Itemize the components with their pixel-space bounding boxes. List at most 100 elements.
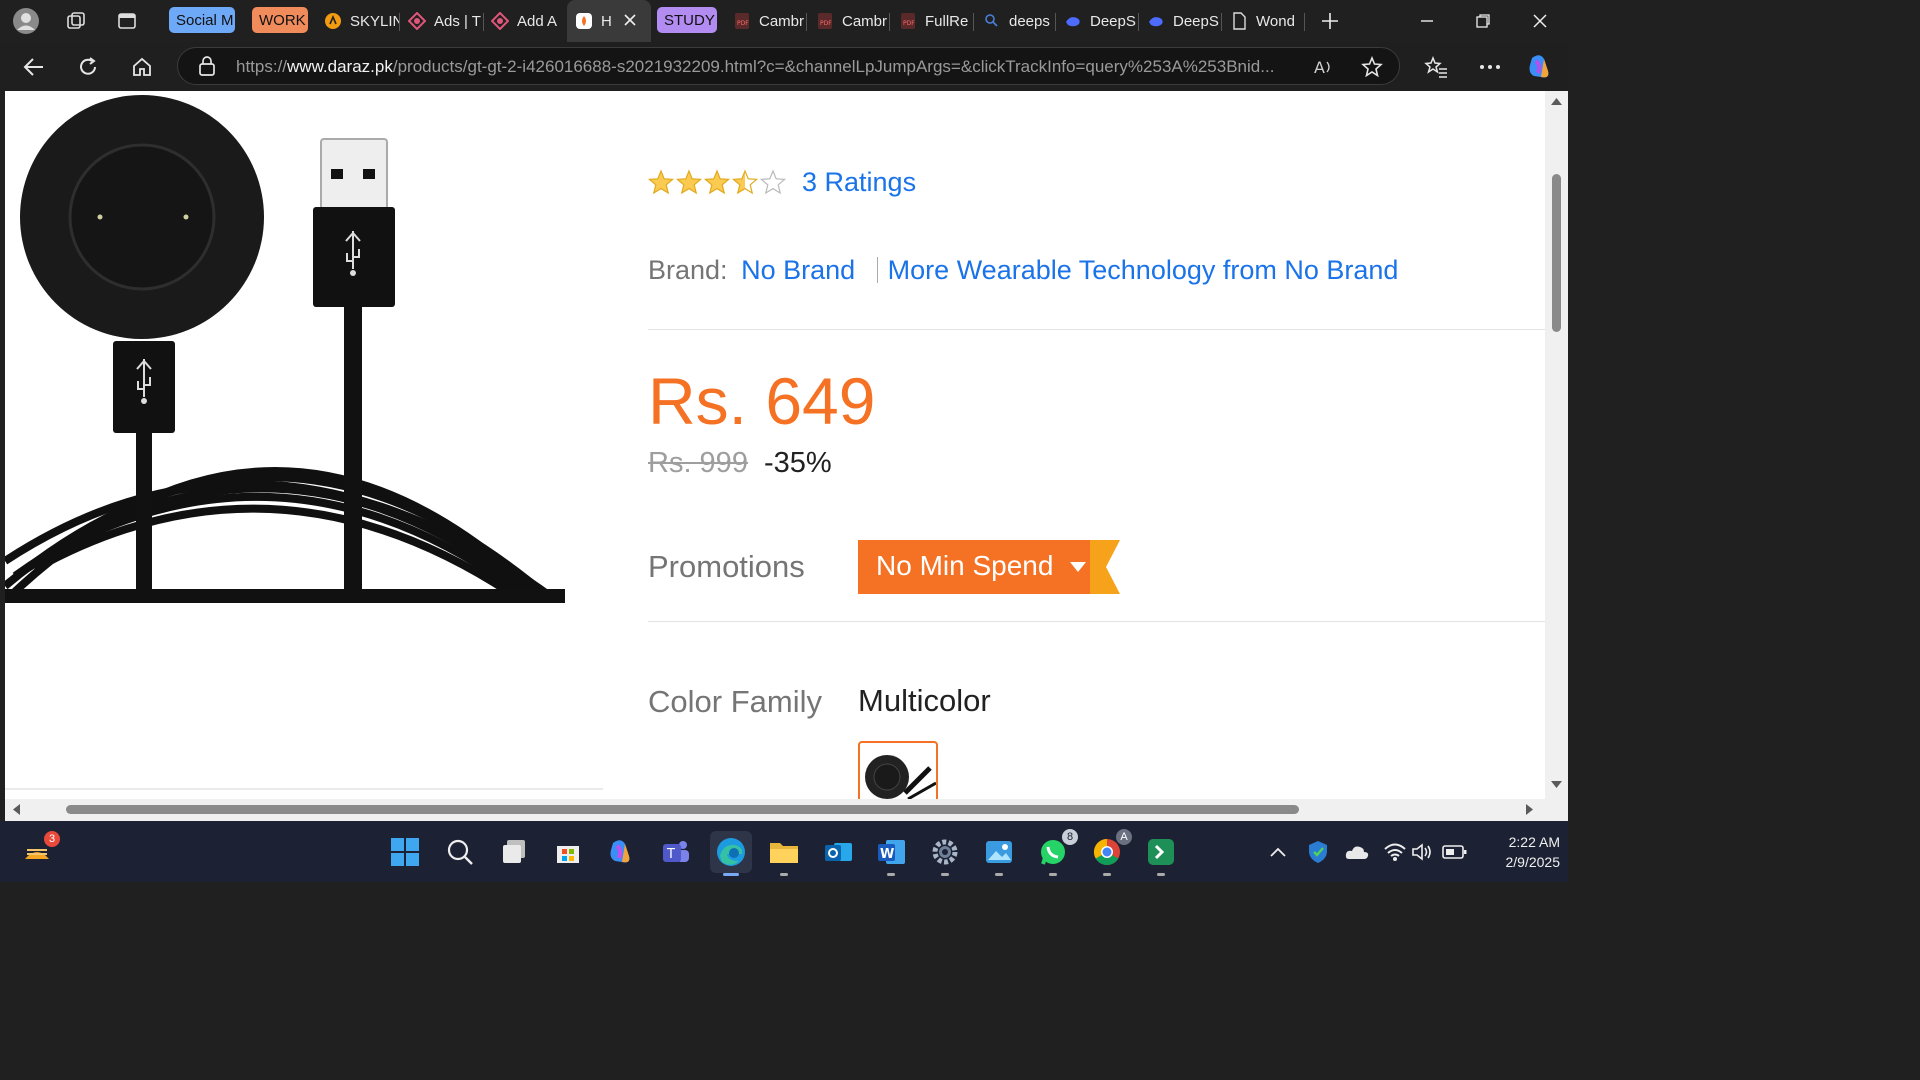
app-icon[interactable] xyxy=(1144,835,1178,876)
chrome-profile-badge: A xyxy=(1116,829,1132,845)
new-tab-icon[interactable] xyxy=(1316,7,1344,35)
tab-label: H xyxy=(601,12,612,30)
workspaces-icon[interactable] xyxy=(62,7,90,35)
windows-taskbar: 3 T W 8 A 2:22 AM 2/9/2025 xyxy=(0,821,1568,882)
more-from-brand-link[interactable]: More Wearable Technology from No Brand xyxy=(888,255,1399,285)
profile-icon[interactable] xyxy=(12,7,40,35)
microsoft-store-icon[interactable] xyxy=(551,835,585,869)
page-viewport: 3 Ratings Brand: No Brand More Wearable … xyxy=(5,91,1545,799)
security-icon[interactable] xyxy=(1301,835,1335,869)
running-indicator xyxy=(1049,873,1057,876)
start-icon[interactable] xyxy=(388,835,422,869)
brand-row: Brand: No Brand More Wearable Technology… xyxy=(648,255,1398,286)
scrollbar-corner xyxy=(1545,799,1568,821)
running-indicator xyxy=(995,873,1003,876)
copilot-app-icon[interactable] xyxy=(605,835,639,869)
tab-group-work[interactable]: WORK xyxy=(252,7,308,33)
tab-label: Ads | T xyxy=(434,12,481,30)
tab-ads[interactable]: Ads | T xyxy=(408,4,484,38)
scrollbar-arrows-icon xyxy=(13,804,1533,815)
promotions-label: Promotions xyxy=(648,549,805,584)
back-icon[interactable] xyxy=(19,52,49,82)
tab-label: SKYLIN xyxy=(350,12,400,30)
divider xyxy=(648,621,1545,622)
close-window-icon[interactable] xyxy=(1526,7,1554,35)
clock-time: 2:22 AM xyxy=(1508,834,1560,850)
product-image[interactable] xyxy=(5,91,565,605)
tab-active-daraz[interactable]: H xyxy=(567,0,651,42)
tab-label: Wond xyxy=(1256,12,1295,30)
tab-cambr-2[interactable]: PDF Cambr xyxy=(816,4,890,38)
url-text[interactable]: https://www.daraz.pk/products/gt-gt-2-i4… xyxy=(236,57,1291,77)
favorite-star-icon[interactable] xyxy=(1361,55,1383,83)
tab-group-label: WORK xyxy=(259,11,306,29)
favorites-icon[interactable] xyxy=(1421,52,1451,82)
chrome-icon[interactable]: A xyxy=(1090,829,1132,876)
volume-icon[interactable] xyxy=(1406,835,1440,869)
photos-icon[interactable] xyxy=(982,835,1016,876)
tab-deepseek-1[interactable]: DeepS xyxy=(1064,4,1139,38)
task-view-icon[interactable] xyxy=(497,835,531,869)
teams-icon[interactable]: T xyxy=(659,835,693,869)
onedrive-icon[interactable] xyxy=(1340,835,1374,869)
search-icon[interactable] xyxy=(443,835,477,869)
brand-link[interactable]: No Brand xyxy=(741,255,855,285)
orange-circle-icon xyxy=(324,12,342,30)
tab-label: DeepS xyxy=(1090,12,1136,30)
copilot-icon[interactable] xyxy=(1525,52,1555,82)
rating-row: 3 Ratings xyxy=(648,167,916,198)
brand-label: Brand: xyxy=(648,255,728,285)
restore-icon[interactable] xyxy=(1469,7,1497,35)
pdf-icon: PDF xyxy=(899,12,917,30)
brand-separator xyxy=(876,257,878,283)
running-indicator xyxy=(941,873,949,876)
home-icon[interactable] xyxy=(127,52,157,82)
active-indicator xyxy=(723,873,739,876)
settings-icon[interactable] xyxy=(928,835,962,876)
tab-fullre[interactable]: PDF FullRe xyxy=(899,4,974,38)
tab-deepseek-2[interactable]: DeepS xyxy=(1147,4,1222,38)
read-aloud-icon[interactable]: A xyxy=(1313,57,1335,82)
show-hidden-icons-icon[interactable] xyxy=(1261,835,1295,869)
tab-skylin[interactable]: SKYLIN xyxy=(324,4,400,38)
battery-icon[interactable] xyxy=(1438,835,1472,869)
promotion-text: No Min Spend xyxy=(876,550,1054,581)
whale-icon xyxy=(1064,12,1082,30)
tab-group-label: STUDY xyxy=(664,11,715,29)
edge-icon[interactable] xyxy=(710,831,752,876)
divider xyxy=(648,329,1545,330)
tab-deeps-search[interactable]: deeps xyxy=(983,4,1056,38)
discount-percent: -35% xyxy=(764,447,832,479)
file-explorer-icon[interactable] xyxy=(767,835,801,876)
tab-group-social[interactable]: Social M xyxy=(169,7,235,33)
refresh-icon[interactable] xyxy=(73,52,103,82)
tab-actions-icon[interactable] xyxy=(113,7,141,35)
outlook-icon[interactable] xyxy=(821,835,855,869)
tab-cambr-1[interactable]: PDF Cambr xyxy=(733,4,807,38)
clock[interactable]: 2:22 AM 2/9/2025 xyxy=(1476,832,1561,872)
gem-icon xyxy=(491,12,509,30)
lock-icon[interactable] xyxy=(198,56,216,81)
ratings-count-link[interactable]: 3 Ratings xyxy=(802,167,916,198)
tab-wond[interactable]: Wond xyxy=(1230,4,1305,38)
scrollbar-arrows-icon xyxy=(1551,98,1562,788)
word-icon[interactable]: W xyxy=(874,835,908,876)
color-swatch-thumbnail[interactable] xyxy=(858,741,938,799)
tab-add-a[interactable]: Add A xyxy=(491,4,567,38)
promotion-voucher-button[interactable]: No Min Spend xyxy=(858,540,1120,594)
address-bar[interactable]: https://www.daraz.pk/products/gt-gt-2-i4… xyxy=(177,47,1400,85)
widgets-icon[interactable]: 3 xyxy=(20,831,60,869)
tab-group-study[interactable]: STUDY xyxy=(657,7,717,33)
horizontal-scrollbar[interactable] xyxy=(5,799,1545,821)
chevron-down-icon[interactable] xyxy=(1070,561,1086,579)
widgets-badge: 3 xyxy=(44,831,60,847)
more-options-icon[interactable] xyxy=(1475,52,1505,82)
minimize-icon[interactable] xyxy=(1413,7,1441,35)
whatsapp-icon[interactable]: 8 xyxy=(1036,829,1078,876)
tab-label: Cambr xyxy=(759,12,805,30)
pdf-icon: PDF xyxy=(816,12,834,30)
close-tab-icon[interactable] xyxy=(624,13,636,30)
whale-icon xyxy=(1147,12,1165,30)
svg-text:T: T xyxy=(666,847,675,862)
vertical-scrollbar[interactable] xyxy=(1545,91,1568,799)
